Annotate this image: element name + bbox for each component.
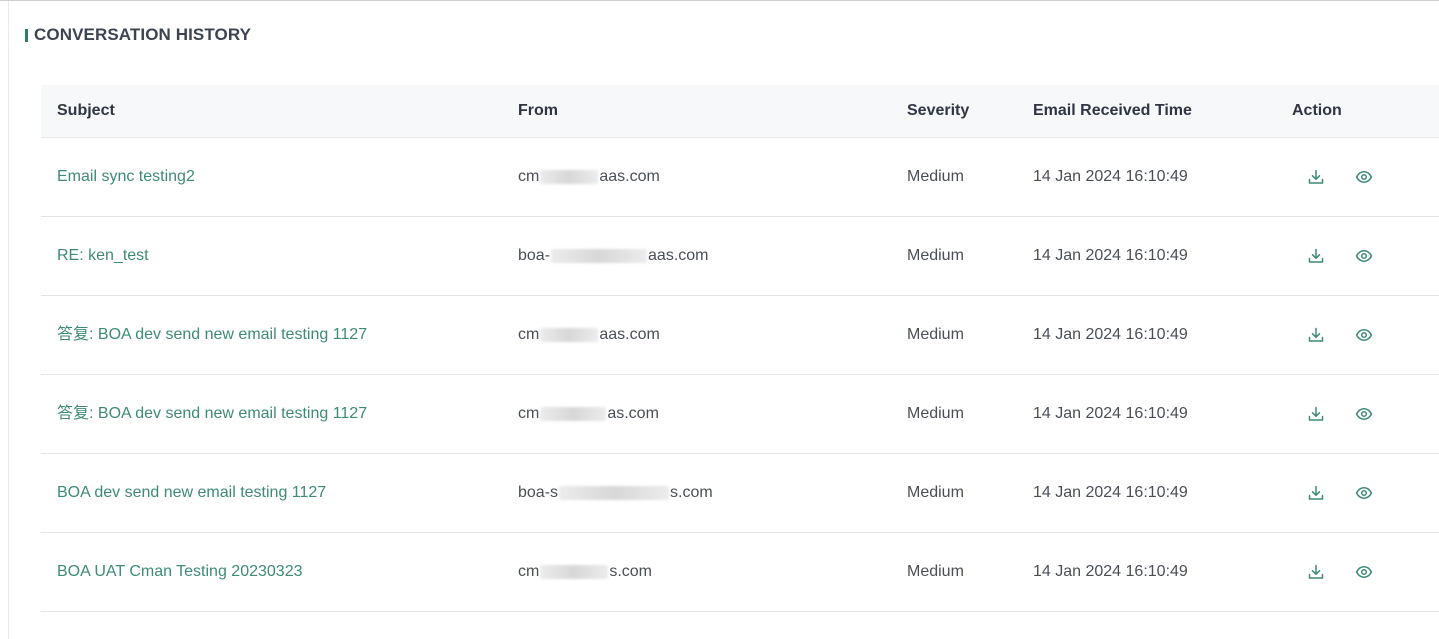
from-address-prefix: boa-s — [518, 484, 559, 501]
severity-value: Medium — [907, 484, 964, 501]
from-address: boa-aas.com — [518, 217, 709, 295]
column-header-action: Action — [1292, 102, 1342, 119]
from-address: cm aas.com — [518, 138, 660, 216]
row-actions — [1306, 296, 1374, 374]
received-time-value: 14 Jan 2024 16:10:49 — [1033, 484, 1188, 501]
conversation-table: Subject From Severity Email Received Tim… — [41, 85, 1439, 612]
severity-value: Medium — [907, 168, 964, 185]
from-address-suffix: aas.com — [599, 168, 660, 185]
subject-link[interactable]: 答复: BOA dev send new email testing 1127 — [57, 375, 367, 453]
from-address-suffix: as.com — [607, 405, 659, 422]
eye-icon[interactable] — [1354, 483, 1374, 503]
top-divider — [0, 0, 1439, 1]
subject-link[interactable]: BOA dev send new email testing 1127 — [57, 454, 326, 532]
from-address-prefix: cm — [518, 326, 540, 343]
download-icon[interactable] — [1306, 167, 1326, 187]
download-icon[interactable] — [1306, 483, 1326, 503]
column-header-from[interactable]: From — [518, 85, 558, 137]
section-title-accent-bar — [25, 28, 28, 42]
subject-link[interactable]: Email sync testing2 — [57, 138, 195, 216]
from-address: cm as.com — [518, 375, 659, 453]
row-actions — [1306, 217, 1374, 295]
eye-icon[interactable] — [1354, 167, 1374, 187]
redacted-blur — [559, 485, 670, 500]
subject-link[interactable]: 答复: BOA dev send new email testing 1127 — [57, 296, 367, 374]
eye-icon[interactable] — [1354, 325, 1374, 345]
from-address-prefix: cm — [518, 168, 540, 185]
column-header-severity[interactable]: Severity — [907, 85, 969, 137]
from-address: boa-s s.com — [518, 454, 713, 532]
row-actions — [1306, 533, 1374, 611]
row-actions — [1306, 454, 1374, 532]
column-header-subject[interactable]: Subject — [57, 85, 115, 137]
column-header-email-received-time[interactable]: Email Received Time — [1033, 85, 1192, 137]
eye-icon[interactable] — [1354, 562, 1374, 582]
table-row: 答复: BOA dev send new email testing 1127 … — [41, 296, 1439, 375]
from-address: cm aas.com — [518, 296, 660, 374]
from-address: cm s.com — [518, 533, 652, 611]
severity-value: Medium — [907, 326, 964, 343]
left-divider — [8, 1, 9, 639]
subject-link[interactable]: BOA UAT Cman Testing 20230323 — [57, 533, 302, 611]
redacted-blur — [540, 564, 609, 579]
row-actions — [1306, 138, 1374, 216]
severity-value: Medium — [907, 247, 964, 264]
download-icon[interactable] — [1306, 325, 1326, 345]
received-time-value: 14 Jan 2024 16:10:49 — [1033, 405, 1188, 422]
table-row: 答复: BOA dev send new email testing 1127 … — [41, 375, 1439, 454]
row-actions — [1306, 375, 1374, 453]
redacted-blur — [540, 406, 607, 421]
from-address-suffix: s.com — [609, 563, 652, 580]
severity-value: Medium — [907, 563, 964, 580]
download-icon[interactable] — [1306, 562, 1326, 582]
from-address-suffix: aas.com — [648, 247, 709, 264]
section-title: CONVERSATION HISTORY — [34, 25, 252, 44]
download-icon[interactable] — [1306, 246, 1326, 266]
eye-icon[interactable] — [1354, 404, 1374, 424]
received-time-value: 14 Jan 2024 16:10:49 — [1033, 168, 1188, 185]
redacted-blur — [540, 169, 599, 184]
table-row: BOA UAT Cman Testing 20230323 cm s.com Me… — [41, 533, 1439, 612]
eye-icon[interactable] — [1354, 246, 1374, 266]
table-row: BOA dev send new email testing 1127 boa-… — [41, 454, 1439, 533]
severity-value: Medium — [907, 405, 964, 422]
from-address-prefix: cm — [518, 405, 540, 422]
table-row: Email sync testing2 cm aas.com Medium 14 … — [41, 138, 1439, 217]
table-header: Subject From Severity Email Received Tim… — [41, 85, 1439, 138]
download-icon[interactable] — [1306, 404, 1326, 424]
redacted-blur — [551, 248, 648, 263]
subject-link[interactable]: RE: ken_test — [57, 217, 149, 295]
received-time-value: 14 Jan 2024 16:10:49 — [1033, 563, 1188, 580]
from-address-prefix: cm — [518, 563, 540, 580]
received-time-value: 14 Jan 2024 16:10:49 — [1033, 326, 1188, 343]
redacted-blur — [540, 327, 599, 342]
from-address-prefix: boa- — [518, 247, 551, 264]
table-row: RE: ken_test boa-aas.com Medium 14 Jan 2… — [41, 217, 1439, 296]
from-address-suffix: s.com — [670, 484, 713, 501]
section-header: CONVERSATION HISTORY — [25, 24, 251, 46]
from-address-suffix: aas.com — [599, 326, 660, 343]
received-time-value: 14 Jan 2024 16:10:49 — [1033, 247, 1188, 264]
table-body: Email sync testing2 cm aas.com Medium 14 … — [41, 138, 1439, 612]
